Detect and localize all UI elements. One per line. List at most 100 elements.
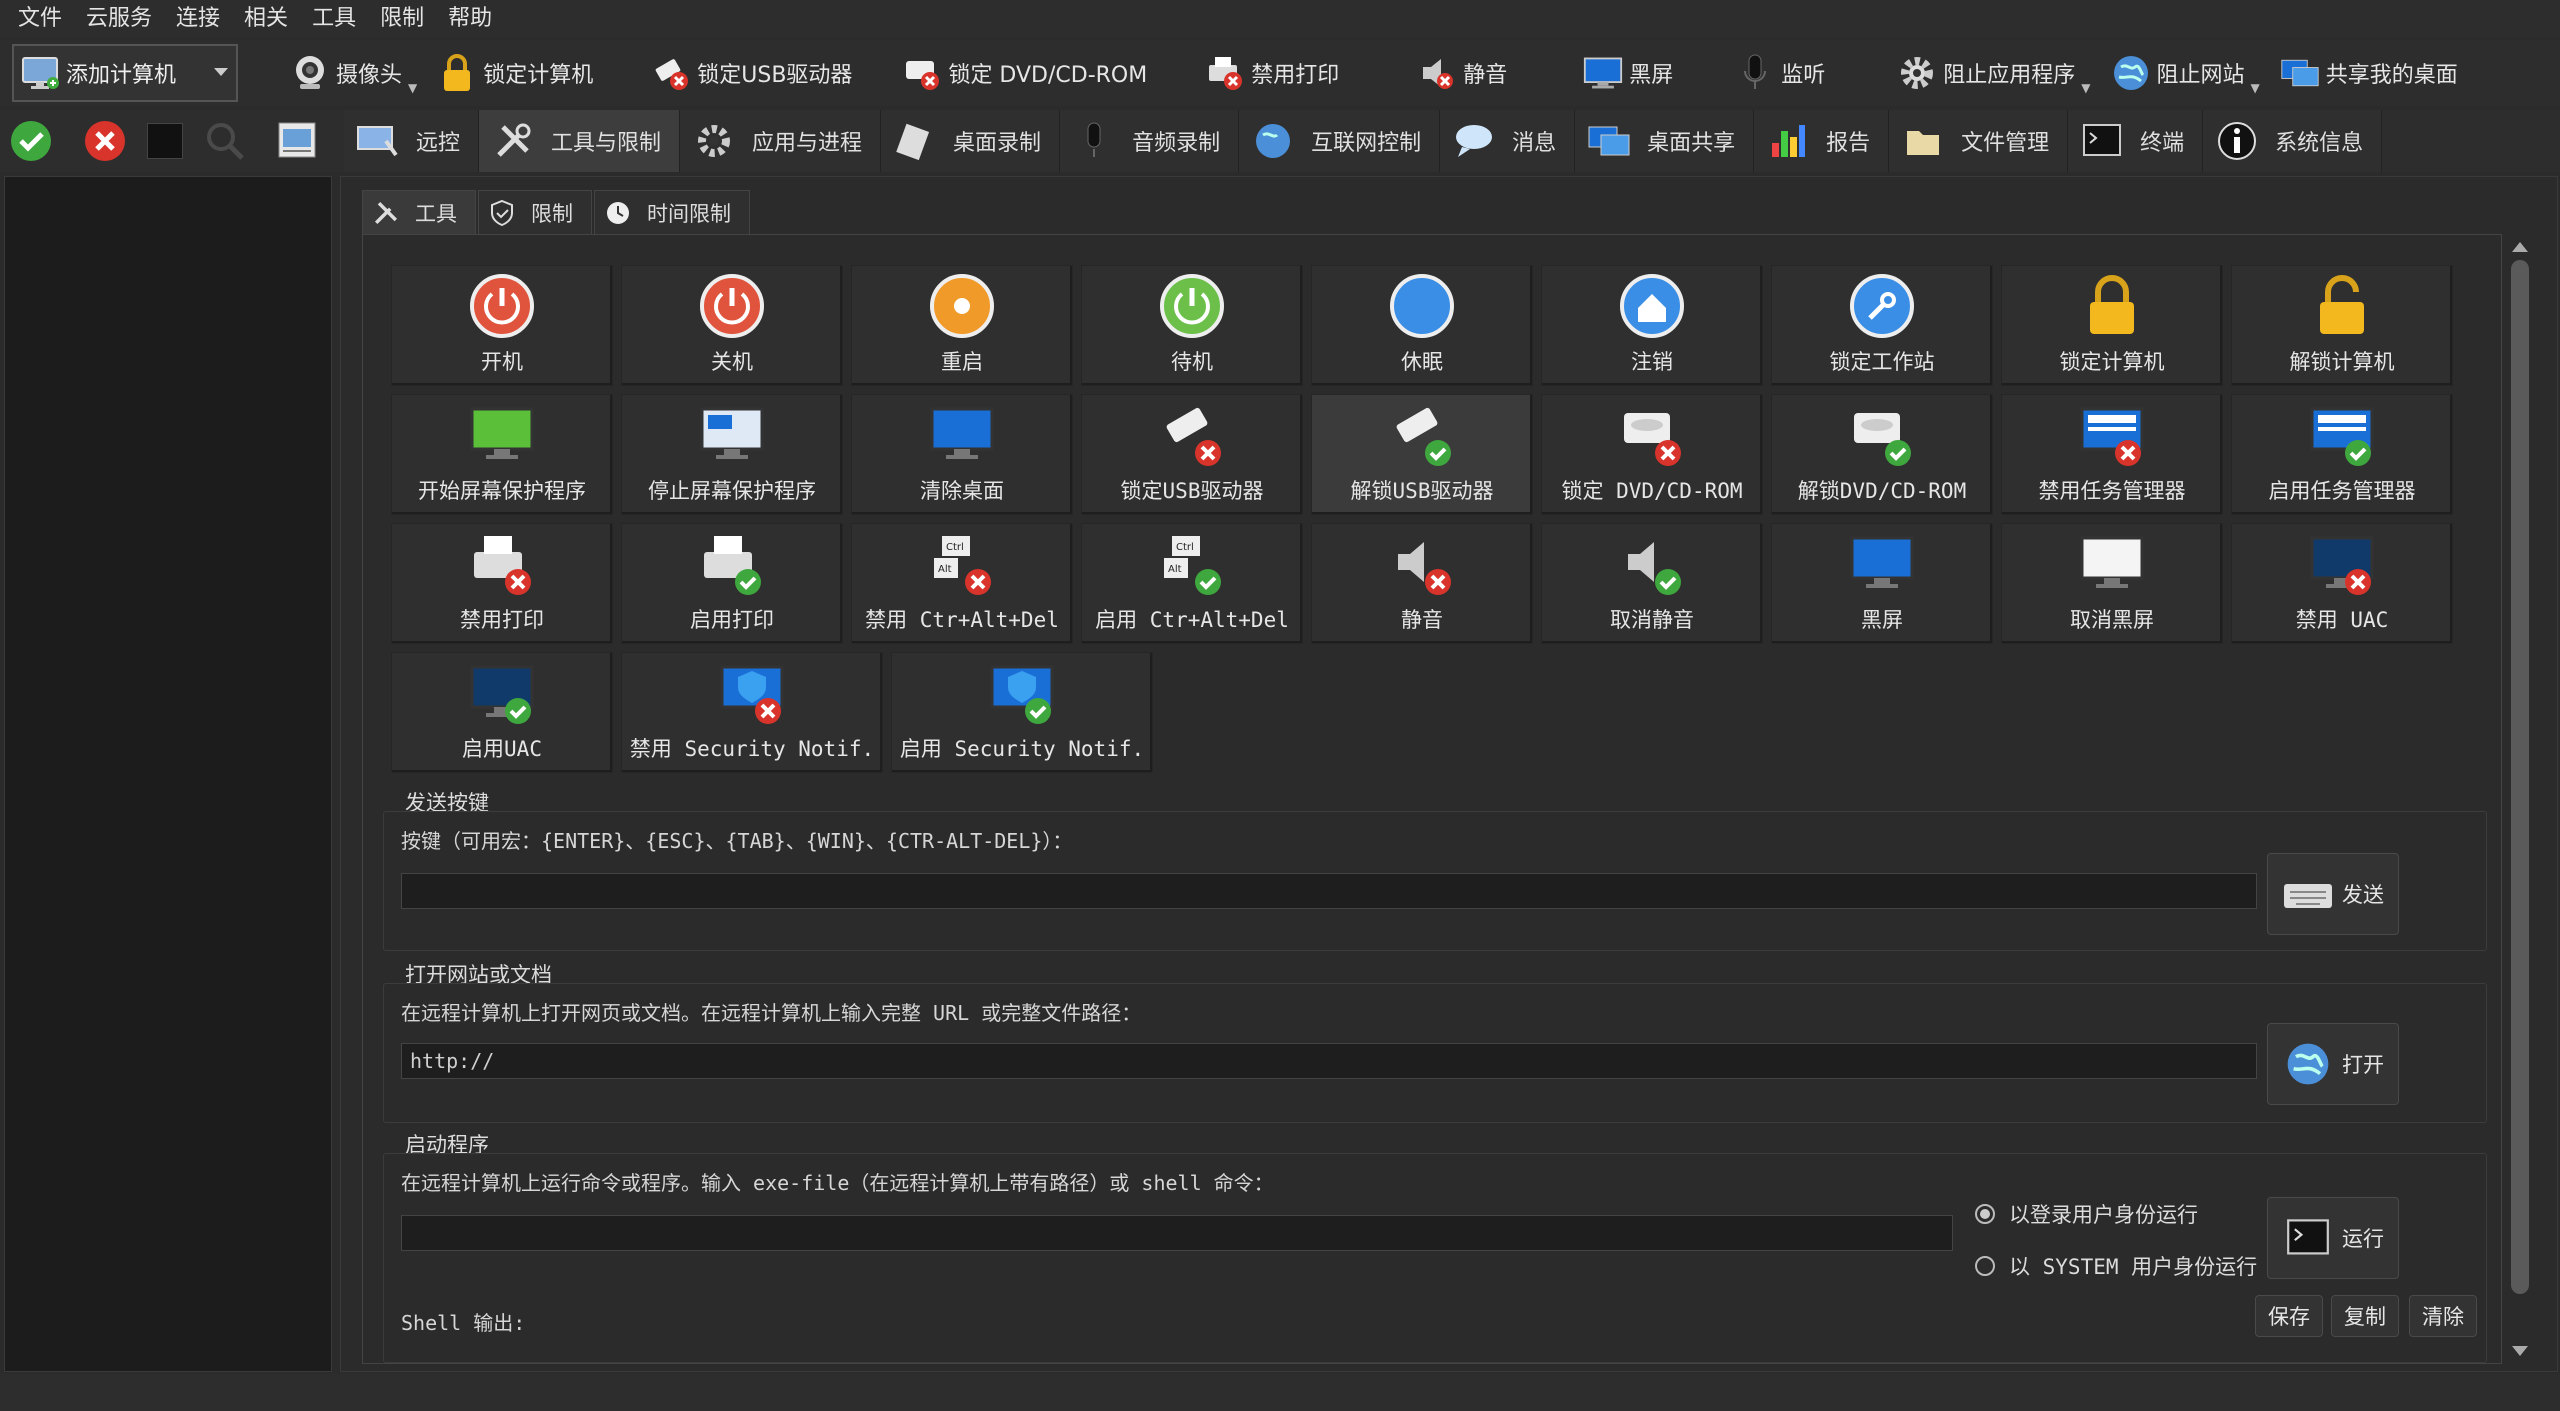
tab-terminal[interactable]: 终端 <box>2068 110 2204 172</box>
run-button[interactable]: 运行 <box>2267 1197 2399 1279</box>
vertical-scrollbar[interactable] <box>2508 236 2532 1362</box>
tool-tile-screensaver-start[interactable]: 开始屏幕保护程序 <box>391 394 613 515</box>
save-button[interactable]: 保存 <box>2255 1295 2323 1337</box>
scroll-down-icon[interactable] <box>2512 1346 2528 1356</box>
chevron-down-icon[interactable] <box>214 68 228 76</box>
tool-tile-restart[interactable]: 重启 <box>851 265 1073 386</box>
tool-tile-label: 取消静音 <box>1610 608 1694 632</box>
block-websites-button[interactable]: 阻止网站 ▼ <box>2101 45 2270 101</box>
info-icon <box>2215 119 2259 163</box>
select-box-button[interactable] <box>142 118 188 164</box>
subtab-time-limits[interactable]: 时间限制 <box>594 190 750 234</box>
menu-tools[interactable]: 工具 <box>300 0 368 38</box>
tool-tile-label: 启用 Security Notif. <box>899 737 1145 761</box>
tool-tile-uac-enable[interactable]: 启用UAC <box>391 652 613 773</box>
menu-file[interactable]: 文件 <box>6 0 74 38</box>
subtab-restrictions[interactable]: 限制 <box>478 190 592 234</box>
tab-system-info[interactable]: 系统信息 <box>2203 110 2383 172</box>
tab-apps-processes[interactable]: 应用与进程 <box>680 110 882 172</box>
disable-print-button[interactable]: 禁用打印 <box>1195 45 1349 101</box>
menu-related[interactable]: 相关 <box>232 0 300 38</box>
tab-desktop-recording[interactable]: 桌面录制 <box>881 110 1061 172</box>
tab-tools-restrictions[interactable]: 工具与限制 <box>479 110 681 172</box>
program-input[interactable] <box>401 1215 1953 1251</box>
open-button[interactable]: 打开 <box>2267 1023 2399 1105</box>
tab-audio-recording[interactable]: 音频录制 <box>1060 110 1240 172</box>
chevron-down-icon[interactable]: ▼ <box>408 81 417 101</box>
url-input[interactable]: http:// <box>401 1043 2257 1079</box>
tool-tile-security-disable[interactable]: 禁用 Security Notif. <box>621 652 883 773</box>
tab-file-manager[interactable]: 文件管理 <box>1889 110 2069 172</box>
computer-list-panel[interactable] <box>4 176 332 1372</box>
tool-tile-mute[interactable]: 静音 <box>1311 523 1533 644</box>
tool-tile-unlock[interactable]: 解锁计算机 <box>2231 265 2453 386</box>
lock-dvd-button[interactable]: 锁定 DVD/CD-ROM <box>892 45 1157 101</box>
scroll-thumb[interactable] <box>2511 260 2529 1294</box>
block-apps-button[interactable]: 阻止应用程序 ▼ <box>1887 45 2100 101</box>
send-button[interactable]: 发送 <box>2267 853 2399 935</box>
thumbnail-view-button[interactable] <box>274 118 320 164</box>
menu-connect[interactable]: 连接 <box>164 0 232 38</box>
cad-disable-icon: Ctrl Alt <box>922 528 1002 598</box>
tool-tile-power-off[interactable]: 关机 <box>621 265 843 386</box>
scroll-up-icon[interactable] <box>2512 242 2528 252</box>
sub-tabs: 工具 限制 时间限制 <box>362 190 752 234</box>
tool-tile-security-enable[interactable]: 启用 Security Notif. <box>891 652 1153 773</box>
blackscreen-button[interactable]: 黑屏 <box>1573 45 1683 101</box>
tab-messages[interactable]: 消息 <box>1440 110 1576 172</box>
mute-icon <box>1382 528 1462 598</box>
tool-tile-printer-disable[interactable]: 禁用打印 <box>391 523 613 644</box>
listen-button[interactable]: 监听 <box>1725 45 1835 101</box>
tool-tile-hibernate[interactable]: 休眠 <box>1311 265 1533 386</box>
add-computer-button[interactable]: 添加计算机 <box>12 44 238 102</box>
run-as-system-radio[interactable]: 以 SYSTEM 用户身份运行 <box>1975 1251 2257 1281</box>
connect-all-button[interactable] <box>8 118 54 164</box>
tool-tile-label: 锁定计算机 <box>2059 350 2165 374</box>
tool-tile-unmute[interactable]: 取消静音 <box>1541 523 1763 644</box>
disconnect-all-button[interactable] <box>82 118 128 164</box>
tool-tile-taskmgr-disable[interactable]: 禁用任务管理器 <box>2001 394 2223 515</box>
svg-text:Alt: Alt <box>1168 564 1182 575</box>
tool-tile-standby[interactable]: 待机 <box>1081 265 1303 386</box>
monitor-icon <box>1583 53 1623 93</box>
tool-tile-usb-unlock[interactable]: 解锁USB驱动器 <box>1311 394 1533 515</box>
menu-cloud[interactable]: 云服务 <box>74 0 164 38</box>
tool-tile-cad-enable[interactable]: Ctrl Alt 启用 Ctr+Alt+Del <box>1081 523 1303 644</box>
main-tabs: 远控 工具与限制 应用与进程 桌面录制 音频录制 互联网控制 消息 桌面共享 报… <box>344 110 2383 172</box>
clear-button[interactable]: 清除 <box>2409 1295 2477 1337</box>
tool-tile-uac-disable[interactable]: 禁用 UAC <box>2231 523 2453 644</box>
tool-tile-power-on[interactable]: 开机 <box>391 265 613 386</box>
tab-internet-control[interactable]: 互联网控制 <box>1239 110 1441 172</box>
menu-restrict[interactable]: 限制 <box>368 0 436 38</box>
tool-tile-clear-desktop[interactable]: 清除桌面 <box>851 394 1073 515</box>
lock-usb-button[interactable]: 锁定USB驱动器 <box>641 45 862 101</box>
chevron-down-icon[interactable]: ▼ <box>2251 81 2260 101</box>
tab-reports[interactable]: 报告 <box>1754 110 1890 172</box>
tab-desktop-sharing[interactable]: 桌面共享 <box>1575 110 1755 172</box>
tool-tile-dvd-unlock[interactable]: 解锁DVD/CD-ROM <box>1771 394 1993 515</box>
tool-tile-lock[interactable]: 锁定计算机 <box>2001 265 2223 386</box>
menu-help[interactable]: 帮助 <box>436 0 504 38</box>
tool-tile-blackscreen[interactable]: 黑屏 <box>1771 523 1993 644</box>
subtab-tools[interactable]: 工具 <box>362 190 476 234</box>
tool-tile-usb-lock[interactable]: 锁定USB驱动器 <box>1081 394 1303 515</box>
tool-tile-logoff[interactable]: 注销 <box>1541 265 1763 386</box>
tool-tile-printer-enable[interactable]: 启用打印 <box>621 523 843 644</box>
tool-tile-dvd-lock[interactable]: 锁定 DVD/CD-ROM <box>1541 394 1763 515</box>
mute-button[interactable]: 静音 <box>1407 45 1517 101</box>
copy-button[interactable]: 复制 <box>2331 1295 2399 1337</box>
tool-tile-label: 锁定 DVD/CD-ROM <box>1561 479 1743 503</box>
search-button[interactable] <box>202 118 248 164</box>
lock-computer-button[interactable]: 锁定计算机 <box>427 45 603 101</box>
tool-tile-unblackscreen[interactable]: 取消黑屏 <box>2001 523 2223 644</box>
send-keys-input[interactable] <box>401 873 2257 909</box>
tool-tile-lock-workstation[interactable]: 锁定工作站 <box>1771 265 1993 386</box>
share-desktop-button[interactable]: 共享我的桌面 <box>2270 45 2468 101</box>
tool-tile-cad-disable[interactable]: Ctrl Alt 禁用 Ctr+Alt+Del <box>851 523 1073 644</box>
tab-remote[interactable]: 远控 <box>344 110 480 172</box>
run-as-user-radio[interactable]: 以登录用户身份运行 <box>1975 1199 2198 1229</box>
chevron-down-icon[interactable]: ▼ <box>2081 81 2090 101</box>
webcam-button[interactable]: 摄像头 ▼ <box>280 45 427 101</box>
tool-tile-screensaver-stop[interactable]: 停止屏幕保护程序 <box>621 394 843 515</box>
tool-tile-taskmgr-enable[interactable]: 启用任务管理器 <box>2231 394 2453 515</box>
